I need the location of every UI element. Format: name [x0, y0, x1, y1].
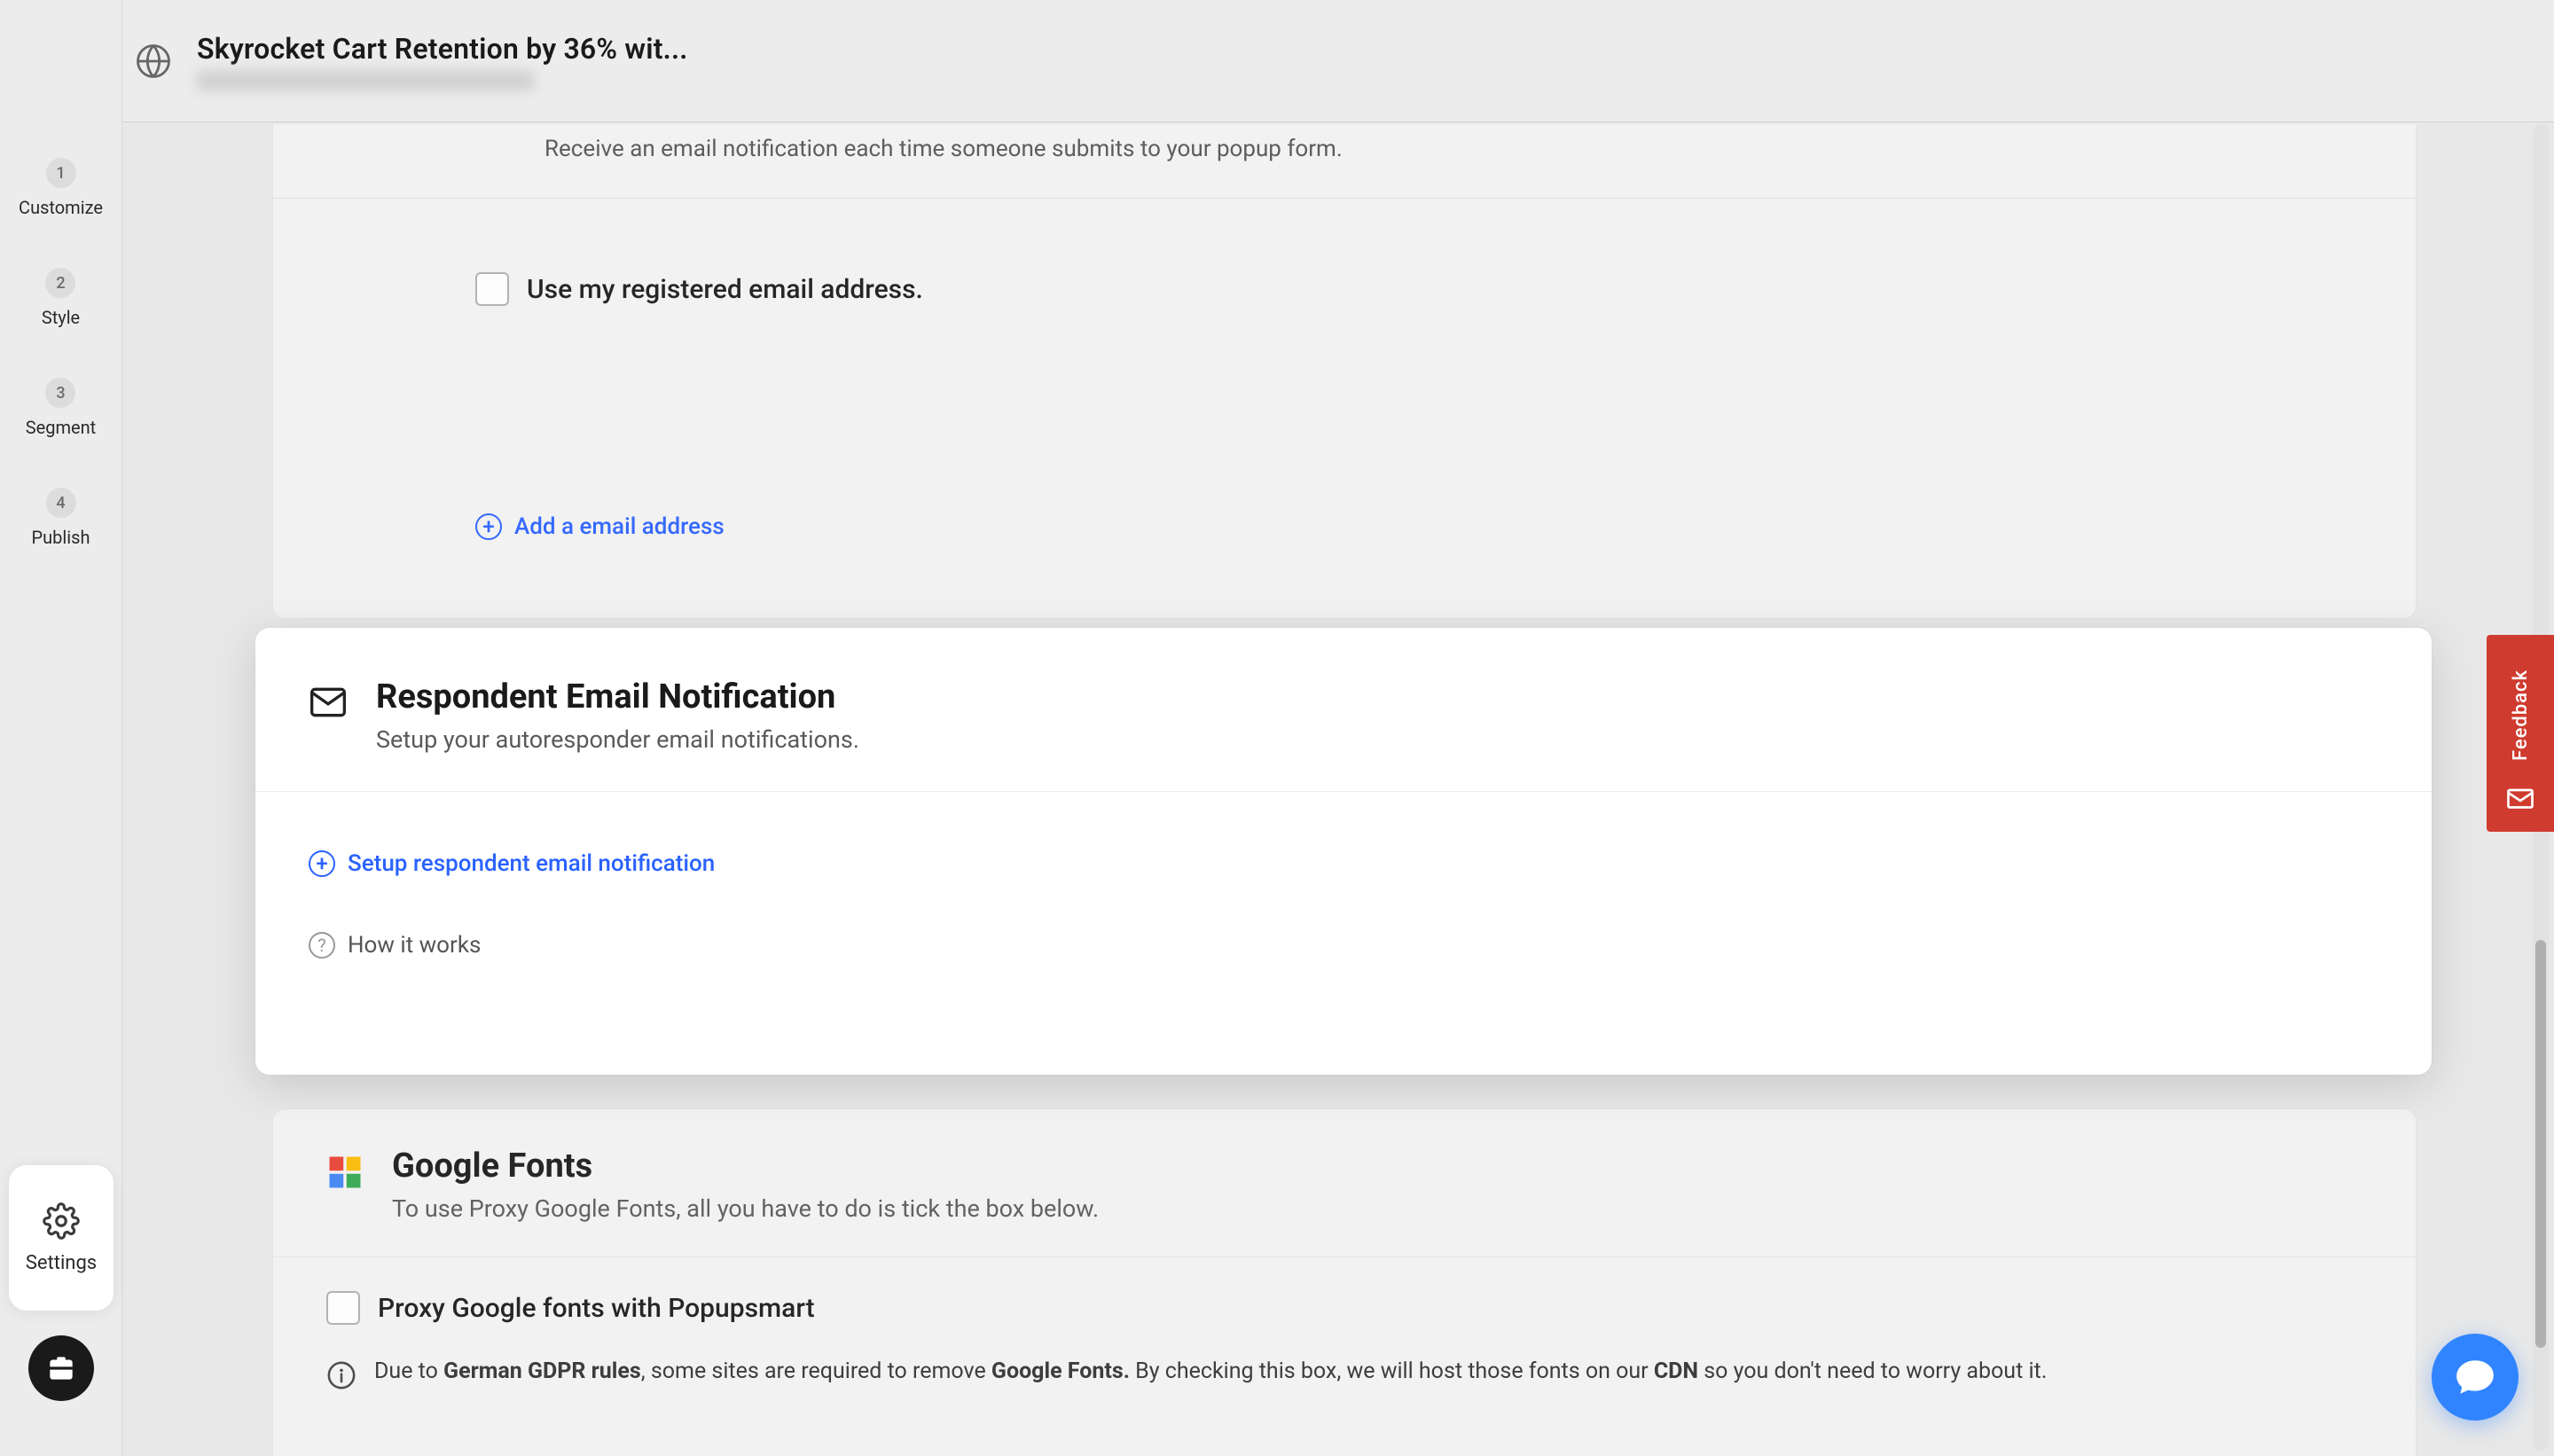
mail-icon: [309, 683, 348, 722]
proxy-fonts-checkbox-row[interactable]: Proxy Google fonts with Popupsmart: [273, 1257, 2416, 1357]
help-label: How it works: [348, 932, 481, 959]
main-content: Receive an email notification each time …: [124, 124, 2554, 1456]
page-title: Skyrocket Cart Retention by 36% wit...: [197, 32, 688, 66]
checkbox-label: Proxy Google fonts with Popupsmart: [378, 1293, 815, 1324]
gdpr-info-text: Due to German GDPR rules, some sites are…: [374, 1358, 2047, 1384]
card-body: + Setup respondent email notification ? …: [255, 792, 2432, 994]
chat-icon: [2453, 1355, 2497, 1399]
how-it-works-link[interactable]: ? How it works: [309, 932, 2378, 959]
checkbox-icon[interactable]: [326, 1291, 360, 1325]
chat-widget-button[interactable]: [2432, 1334, 2519, 1421]
nav-step-style[interactable]: 2 Style: [42, 268, 80, 328]
card-description: Receive an email notification each time …: [544, 136, 1343, 162]
nav-step-label: Publish: [32, 527, 90, 548]
globe-icon: [135, 43, 172, 80]
gear-icon: [43, 1202, 80, 1240]
divider: [273, 198, 2416, 199]
envelope-icon: [2504, 782, 2536, 814]
card-title: Google Fonts: [392, 1147, 1099, 1186]
checkbox-label: Use my registered email address.: [527, 274, 923, 305]
setup-respondent-link[interactable]: + Setup respondent email notification: [309, 850, 2378, 877]
checkbox-icon[interactable]: [475, 272, 509, 306]
nav-step-label: Customize: [19, 197, 103, 218]
workspace-button[interactable]: [28, 1335, 94, 1401]
nav-step-number: 2: [45, 268, 75, 298]
email-notification-card: Receive an email notification each time …: [272, 124, 2417, 619]
card-header: Google Fonts To use Proxy Google Fonts, …: [273, 1109, 2416, 1256]
add-email-link[interactable]: + Add a email address: [475, 513, 725, 540]
setup-label: Setup respondent email notification: [348, 850, 715, 877]
scrollbar-thumb[interactable]: [2535, 940, 2546, 1348]
respondent-notification-card: Respondent Email Notification Setup your…: [255, 628, 2432, 1075]
plus-circle-icon: +: [475, 513, 502, 540]
help-circle-icon: ?: [309, 932, 335, 959]
settings-button[interactable]: Settings: [9, 1165, 114, 1311]
add-email-label: Add a email address: [514, 513, 725, 540]
nav-step-publish[interactable]: 4 Publish: [32, 488, 90, 548]
nav-step-customize[interactable]: 1 Customize: [19, 158, 103, 218]
feedback-tab[interactable]: Feedback: [2487, 635, 2554, 832]
plus-circle-icon: +: [309, 850, 335, 877]
registered-email-checkbox-row[interactable]: Use my registered email address.: [475, 272, 923, 306]
google-fonts-card: Google Fonts To use Proxy Google Fonts, …: [272, 1108, 2417, 1456]
briefcase-icon: [44, 1351, 78, 1385]
card-title: Respondent Email Notification: [376, 677, 859, 716]
google-fonts-icon: [326, 1154, 364, 1191]
nav-step-segment[interactable]: 3 Segment: [26, 378, 96, 438]
feedback-label: Feedback: [2510, 669, 2532, 761]
settings-label: Settings: [26, 1252, 97, 1274]
gdpr-info-row: Due to German GDPR rules, some sites are…: [273, 1357, 2416, 1392]
card-description: Setup your autoresponder email notificat…: [376, 725, 859, 754]
card-header: Respondent Email Notification Setup your…: [255, 628, 2432, 791]
nav-step-number: 4: [46, 488, 76, 518]
nav-step-label: Segment: [26, 417, 96, 438]
nav-step-label: Style: [42, 307, 80, 328]
info-icon: [326, 1360, 356, 1390]
nav-step-number: 1: [46, 158, 76, 188]
card-description: To use Proxy Google Fonts, all you have …: [392, 1194, 1099, 1223]
header-subtitle-redacted: [197, 71, 534, 90]
app-header: Skyrocket Cart Retention by 36% wit...: [0, 0, 2554, 122]
nav-step-number: 3: [45, 378, 75, 408]
header-titles: Skyrocket Cart Retention by 36% wit...: [197, 32, 688, 90]
